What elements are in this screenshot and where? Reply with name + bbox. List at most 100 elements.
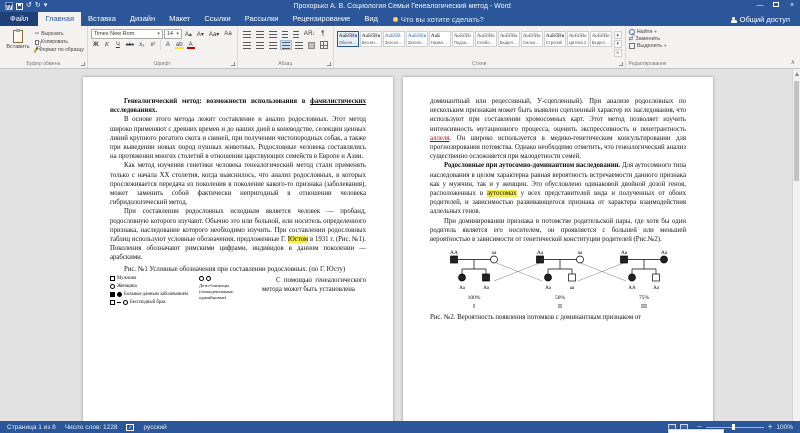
tab-file[interactable]: Файл: [0, 12, 39, 26]
zoom-slider-thumb[interactable]: [731, 424, 735, 430]
subscript-button[interactable]: x₂: [137, 40, 147, 50]
bold-button[interactable]: Ж: [91, 40, 101, 50]
word-count[interactable]: Число слов: 1228: [65, 424, 118, 431]
tab-references[interactable]: Ссылки: [197, 12, 237, 26]
find-button[interactable]: Найти ▾: [628, 29, 667, 35]
zoom-percentage[interactable]: 100%: [776, 424, 793, 431]
increase-indent-button[interactable]: [291, 29, 301, 39]
clipboard-icon: [13, 29, 23, 43]
undo-icon[interactable]: ↺: [26, 0, 32, 12]
font-size-select[interactable]: 14 ▾: [163, 29, 182, 39]
tell-me-label: Что вы хотите сделать?: [400, 15, 484, 24]
clear-formatting-button[interactable]: Аа: [222, 29, 233, 39]
style-preview: АаБбВвГг: [338, 33, 357, 39]
gallery-more-icon[interactable]: ≡: [613, 49, 622, 57]
font-family-select[interactable]: Times New Rom ▾: [90, 29, 163, 39]
borders-button[interactable]: [318, 40, 330, 50]
tab-home[interactable]: Главная: [38, 12, 81, 26]
redo-icon[interactable]: ↻: [35, 0, 41, 12]
replace-button[interactable]: ⇄ Заменить: [629, 36, 667, 42]
zoom-in-icon[interactable]: +: [768, 422, 773, 432]
style-name: Слабое выделение: [476, 40, 495, 45]
italic-button[interactable]: К: [102, 40, 112, 50]
shrink-font-button[interactable]: А▾: [195, 29, 206, 39]
paragraph: Как метод изучения генетики человека ген…: [110, 162, 366, 207]
scroll-up-icon[interactable]: [795, 72, 799, 76]
page-indicator[interactable]: Страница 1 из 8: [7, 424, 56, 431]
tell-me-box[interactable]: Что вы хотите сделать?: [385, 13, 492, 26]
decrease-indent-button[interactable]: [280, 29, 290, 39]
collapse-ribbon-icon[interactable]: ∧: [786, 59, 800, 68]
shading-button[interactable]: [306, 40, 317, 50]
tab-mailings[interactable]: Рассылки: [238, 12, 286, 26]
minimize-button[interactable]: —: [752, 0, 768, 12]
divider: [159, 40, 161, 50]
style-card-intense-quote[interactable]: АаБбВвГг Выделенная цитата: [589, 31, 612, 47]
ribbon-tab-bar: Файл Главная Вставка Дизайн Макет Ссылки…: [0, 12, 800, 26]
scrollbar-thumb[interactable]: [794, 81, 799, 181]
style-card-strong[interactable]: АаБбВвГг Строгий: [543, 31, 566, 47]
justify-button[interactable]: [279, 40, 292, 50]
gallery-down-icon[interactable]: ▾: [613, 40, 622, 48]
tab-insert[interactable]: Вставка: [81, 12, 123, 26]
vertical-scrollbar[interactable]: [792, 69, 800, 421]
dialog-launcher-icon[interactable]: [326, 62, 331, 66]
tab-view[interactable]: Вид: [357, 12, 385, 26]
highlight-color-button[interactable]: ab: [174, 40, 185, 50]
line-spacing-button[interactable]: [293, 40, 305, 50]
align-center-button[interactable]: [254, 40, 266, 50]
style-card-subtle-emphasis[interactable]: АаБбВвГг Слабое выделение: [474, 31, 497, 47]
style-card-normal[interactable]: АаБбВвГг Обычный: [336, 31, 359, 47]
print-layout-icon[interactable]: [668, 429, 725, 433]
paste-button[interactable]: Вставить: [3, 28, 33, 59]
style-card-heading1[interactable]: АаБбВ Заголовок 1: [382, 31, 405, 47]
text-effects-button[interactable]: А: [163, 40, 173, 50]
save-icon[interactable]: [16, 2, 23, 10]
share-button[interactable]: Общий доступ: [721, 13, 800, 26]
format-painter-button[interactable]: Формат по образцу: [33, 46, 84, 54]
grow-font-button[interactable]: А▴: [183, 29, 194, 39]
style-card-no-spacing[interactable]: АаБбВвГг Без интервала: [359, 31, 382, 47]
document-canvas[interactable]: Генеалогический метод: возможности испол…: [0, 69, 800, 421]
style-preview: АаБбВвГг: [591, 33, 610, 39]
multilevel-list-button[interactable]: [267, 29, 279, 39]
underline-button[interactable]: Ч: [113, 40, 123, 50]
strikethrough-button[interactable]: abc: [124, 40, 136, 50]
sort-button[interactable]: АЯ↓: [302, 29, 317, 39]
bullet-list-icon: [242, 30, 251, 38]
show-marks-button[interactable]: ¶: [318, 29, 328, 39]
superscript-button[interactable]: x²: [148, 40, 158, 50]
font-color-button[interactable]: А: [186, 40, 196, 50]
qat-customize-icon[interactable]: ▾: [44, 0, 48, 12]
page-2[interactable]: доминантный или рецессивный, У-сцепленны…: [403, 77, 713, 421]
align-left-button[interactable]: [241, 40, 253, 50]
dialog-launcher-icon[interactable]: [230, 62, 235, 66]
close-button[interactable]: ×: [784, 0, 800, 12]
style-card-heading2[interactable]: АаБбВв Заголовок 2: [405, 31, 428, 47]
style-card-title[interactable]: АаБ Название: [428, 31, 451, 47]
bullets-button[interactable]: [241, 29, 253, 39]
tab-layout[interactable]: Макет: [162, 12, 197, 26]
select-button[interactable]: Выделить ▾: [628, 43, 666, 49]
cut-button[interactable]: ✂ Вырезать: [35, 31, 84, 37]
style-card-quote2[interactable]: АаБбВвГг Цитата 2: [566, 31, 589, 47]
style-card-intense-emphasis[interactable]: АаБбВвГг Сильное выделение: [520, 31, 543, 47]
numbering-button[interactable]: [254, 29, 266, 39]
page-1[interactable]: Генеалогический метод: возможности испол…: [83, 77, 393, 421]
dialog-launcher-icon[interactable]: [80, 62, 85, 66]
outdent-icon: [281, 30, 288, 38]
zoom-slider[interactable]: [705, 424, 764, 430]
gallery-up-icon[interactable]: ▴: [613, 31, 622, 39]
tab-design[interactable]: Дизайн: [123, 12, 162, 26]
style-card-emphasis[interactable]: АаБбВвГг Выделение: [497, 31, 520, 47]
spellcheck-icon[interactable]: ✓: [126, 423, 135, 431]
maximize-button[interactable]: [768, 0, 784, 12]
copy-button[interactable]: Копировать: [35, 39, 84, 45]
language-indicator[interactable]: русский: [143, 424, 166, 431]
change-case-button[interactable]: Аа▾: [207, 29, 221, 39]
align-right-button[interactable]: [267, 40, 279, 50]
tab-review[interactable]: Рецензирование: [285, 12, 357, 26]
legend-item: Мужчина: [110, 276, 194, 282]
style-card-subtitle[interactable]: АаБбВг Подзаголовок: [451, 31, 474, 47]
dialog-launcher-icon[interactable]: [618, 62, 623, 66]
